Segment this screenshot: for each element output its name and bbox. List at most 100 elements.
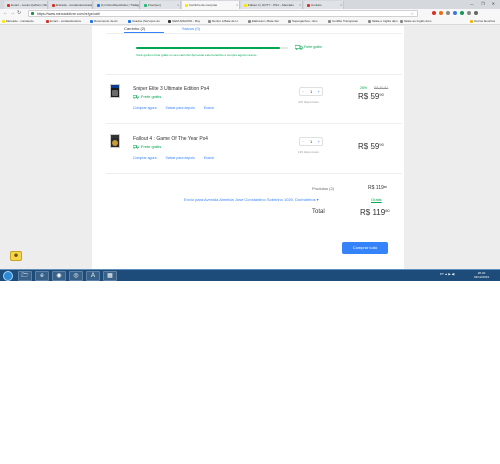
shipping-label: Frete grátis <box>141 144 162 149</box>
tab-title: Carrinho de compras <box>189 3 218 7</box>
tab-close-icon[interactable]: × <box>236 1 238 9</box>
bookmark-star-icon[interactable]: ☆ <box>410 11 414 17</box>
bookmark-label: Usados (Serviços do <box>132 19 160 23</box>
extension-icon[interactable] <box>432 11 436 15</box>
progress-fill <box>136 47 281 49</box>
buy-all-button[interactable]: Comprar tudo <box>342 242 388 254</box>
tab-close-icon[interactable]: × <box>340 1 342 9</box>
address-bar[interactable]: https://www.mercadolivre.com.br/gz/cart/… <box>28 10 418 17</box>
bookmark-item[interactable]: Usados (Serviços do <box>128 18 160 24</box>
bookmark-item[interactable]: Dentro à Bate de H <box>208 18 238 24</box>
extension-icon[interactable] <box>460 11 464 15</box>
bookmark-favicon-icon <box>128 19 131 23</box>
window-controls[interactable]: — ❐ ✕ <box>470 1 498 6</box>
delete-link[interactable]: Excluir <box>204 156 215 160</box>
quantity-stepper[interactable]: − 1 + <box>299 87 323 96</box>
extension-icon[interactable] <box>453 11 457 15</box>
bookmark-item[interactable]: Superganhos - Enc <box>288 18 318 24</box>
browser-tab[interactable]: Contato × <box>304 1 344 9</box>
save-for-later-link[interactable]: Salvar para depois <box>166 106 195 110</box>
feedback-smiley-icon[interactable]: ☻ <box>10 251 22 261</box>
app-icon[interactable]: ▦ <box>103 271 117 281</box>
product-title[interactable]: Sniper Elite 3 Ultimate Edition Ps4 <box>133 86 209 92</box>
tab-favicon-icon <box>244 3 247 7</box>
browser-tab[interactable]: Email – Lucas Quiltoni | Outlo × <box>4 1 48 9</box>
bookmark-label: Conflito Transparen <box>332 19 359 23</box>
bookmark-favicon-icon <box>2 19 5 23</box>
quantity-stepper[interactable]: − 1 + <box>299 137 323 146</box>
bookmark-favicon-icon <box>248 19 251 23</box>
tab-favicon-icon <box>52 3 55 7</box>
tab-favicon-icon <box>307 3 310 7</box>
tab-close-icon[interactable]: × <box>89 1 91 9</box>
browser-tab[interactable]: (1) Inbox/Recebidos | Tráfego de n× <box>94 1 140 9</box>
forward-icon[interactable]: → <box>10 10 15 17</box>
browser-toolbar: ← → ↻ https://www.mercadolivre.com.br/gz… <box>0 9 500 18</box>
free-shipping-progress <box>136 47 288 49</box>
tab-close-icon[interactable]: × <box>136 1 138 9</box>
buy-now-link[interactable]: Comprar agora <box>133 106 157 110</box>
start-button[interactable] <box>3 271 13 281</box>
extension-icon[interactable] <box>474 11 478 15</box>
browser-tab[interactable]: Fallout 4 | GOTY - PS4 – Mercado × <box>241 1 303 9</box>
clock[interactable]: 20:40 03/12/2019 <box>474 271 489 279</box>
tab-cart[interactable]: Carrinho (2) <box>124 26 145 31</box>
tab-close-icon[interactable]: × <box>177 1 179 9</box>
bookmark-favicon-icon <box>368 19 371 23</box>
increase-button[interactable]: + <box>318 139 320 144</box>
chrome-icon[interactable]: ◎ <box>69 271 83 281</box>
product-title[interactable]: Fallout 4 : Game Of The Year Ps4 <box>133 136 208 142</box>
divider <box>106 173 402 174</box>
product-thumbnail[interactable] <box>110 134 120 148</box>
bookmark-item[interactable]: Outros favoritos <box>470 18 495 24</box>
back-icon[interactable]: ← <box>3 10 8 17</box>
bookmark-label: Dentro à Bate de H <box>212 19 238 23</box>
products-total: R$ 11980 <box>368 185 388 191</box>
old-price: R$ 80,92 <box>374 86 389 90</box>
internet-explorer-icon[interactable]: e <box>35 271 49 281</box>
extension-icon[interactable] <box>446 11 450 15</box>
browser-tab[interactable]: Carrinho de compras × <box>182 1 240 9</box>
divider <box>106 123 402 124</box>
product-thumbnail[interactable] <box>110 84 120 98</box>
bookmark-item[interactable]: GEM AMAZON - Buy <box>168 18 200 24</box>
bookmark-favicon-icon <box>400 19 403 23</box>
extension-icon[interactable] <box>467 11 471 15</box>
windows-taskbar: 🗁 e ◉ ◎ A ▦ PT ▲ ▶ ◀) 20:40 03/12/2019 <box>0 269 500 281</box>
products-label: Produtos (2) <box>312 186 335 191</box>
bookmark-label: Mercado - contatodo <box>6 19 34 23</box>
browser-tab[interactable]: Entrada - contatodoutoran@gmai× <box>49 1 93 9</box>
bookmark-item[interactable]: Documento de Ac <box>90 18 118 24</box>
quantity-value: 1 <box>310 89 313 94</box>
browser-tab[interactable]: Fiverr[en] × <box>141 1 181 9</box>
delete-link[interactable]: Excluir <box>204 106 215 110</box>
increase-button[interactable]: + <box>318 89 320 94</box>
bookmark-item[interactable]: Skate e Inglês dam <box>368 18 398 24</box>
bookmark-item[interactable]: Email – contatodoutora <box>46 18 81 24</box>
system-tray[interactable]: PT ▲ ▶ ◀) <box>440 272 455 276</box>
bookmark-item[interactable]: Mercado - contatodo <box>2 18 34 24</box>
extension-icon[interactable] <box>439 11 443 15</box>
discount-badge: 26% <box>360 86 368 90</box>
media-player-icon[interactable]: ◉ <box>52 271 66 281</box>
decrease-button[interactable]: − <box>302 139 304 144</box>
reload-icon[interactable]: ↻ <box>17 10 21 17</box>
bookmark-item[interactable]: Skate ao Inglês dam <box>400 18 431 24</box>
address-url[interactable]: https://www.mercadolivre.com.br/gz/cart/ <box>37 11 100 17</box>
bookmarks-bar: Mercado - contatodo Email – contatodoutor… <box>0 18 500 25</box>
tab-close-icon[interactable]: × <box>299 1 301 9</box>
shipping-address-link[interactable]: Envio para Avenida Almeida José Constant… <box>184 197 319 202</box>
tab-close-icon[interactable]: × <box>44 1 46 9</box>
explorer-icon[interactable]: 🗁 <box>18 271 32 281</box>
decrease-button[interactable]: − <box>302 89 304 94</box>
tab-favicon-icon <box>97 3 100 7</box>
clock-date: 03/12/2019 <box>474 275 490 279</box>
acrobat-icon[interactable]: A <box>86 271 100 281</box>
bookmark-label: Skate e Inglês dam <box>372 19 398 23</box>
bookmark-item[interactable]: Elaboram | Bate-Ser <box>248 18 279 24</box>
bookmark-item[interactable]: Conflito Transparen <box>328 18 359 24</box>
save-for-later-link[interactable]: Salvar para depois <box>166 156 195 160</box>
item-actions: Comprar agora Salvar para depois Excluir <box>133 156 222 160</box>
tab-saved[interactable]: Salvos (0) <box>182 26 200 31</box>
buy-now-link[interactable]: Comprar agora <box>133 156 157 160</box>
